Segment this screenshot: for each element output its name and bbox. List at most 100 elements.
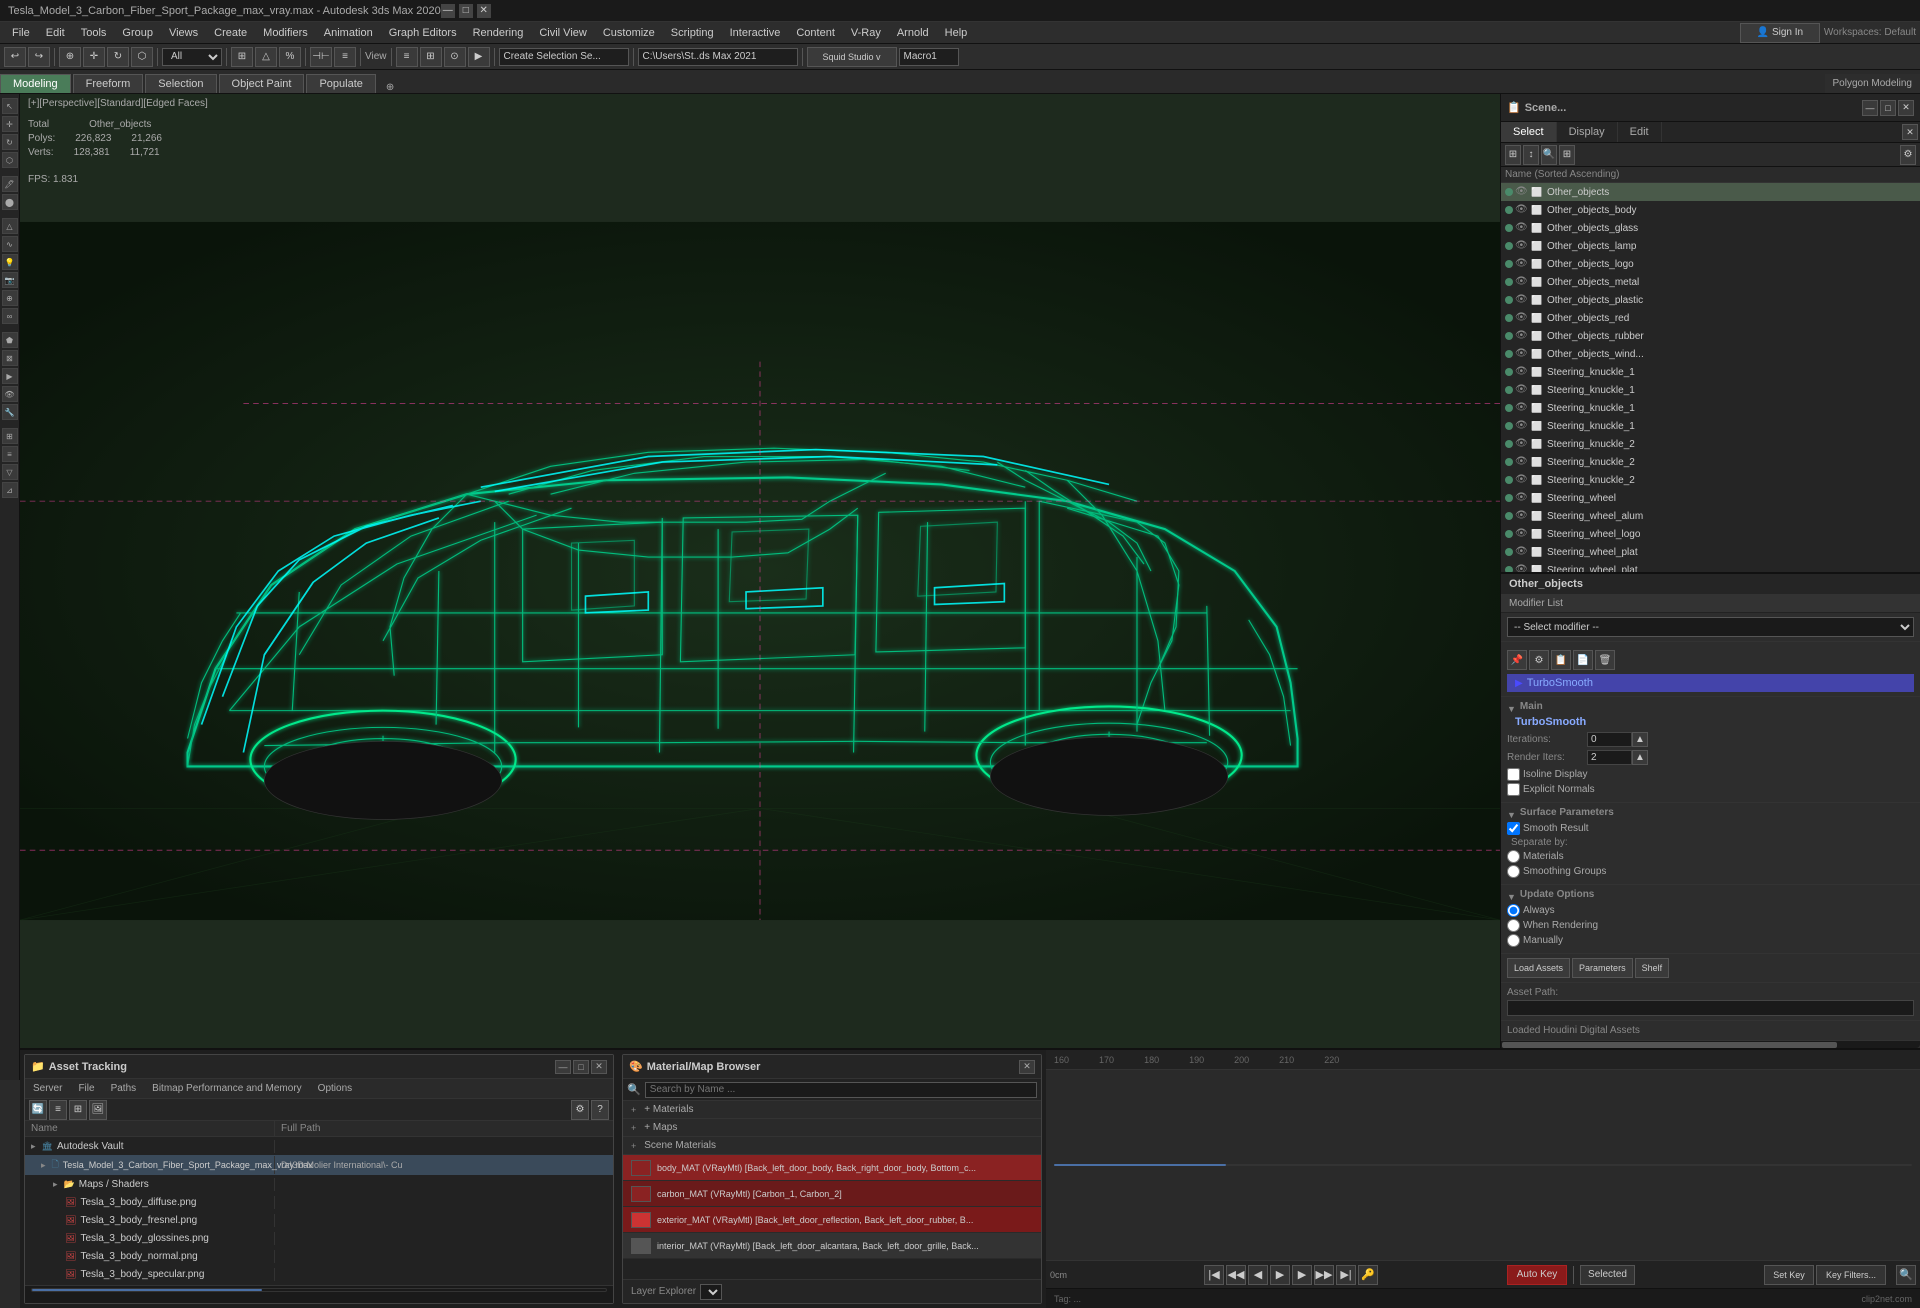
tl-next-frame-btn[interactable]: ▶ [1292,1265,1312,1285]
always-radio[interactable] [1507,904,1520,917]
scene-item[interactable]: 👁 ⬜ Steering_wheel_alum [1501,507,1920,525]
modifier-item-turbosmooth[interactable]: ▶ TurboSmooth [1507,674,1914,692]
asset-row-vault[interactable]: ▸ 🏛 Autodesk Vault [25,1137,613,1155]
mat-item-carbon[interactable]: carbon_MAT (VRayMtl) [Carbon_1, Carbon_2… [623,1181,1041,1207]
signin-button[interactable]: 👤 Sign In [1740,23,1820,43]
mat-scene-materials-section[interactable]: + Scene Materials [623,1137,1041,1155]
scene-item[interactable]: 👁 ⬜ Steering_wheel_logo [1501,525,1920,543]
menu-create[interactable]: Create [206,25,255,41]
tl-next-btn[interactable]: ▶▶ [1314,1265,1334,1285]
scene-options-btn[interactable]: ⚙ [1900,145,1916,165]
percent-snap-button[interactable]: % [279,47,301,67]
filepath-input[interactable] [638,48,798,66]
scene-item[interactable]: 👁 ⬜ Steering_knuckle_1 [1501,417,1920,435]
lt-scale-btn[interactable]: ⬡ [2,152,18,168]
at-settings-btn[interactable]: ⚙ [571,1100,589,1120]
asset-row-max-file[interactable]: ▸ 🗋 Tesla_Model_3_Carbon_Fiber_Sport_Pac… [25,1155,613,1175]
explicit-normals-check[interactable] [1507,783,1520,796]
menu-customize[interactable]: Customize [595,25,663,41]
set-key-btn[interactable]: Set Key [1764,1265,1814,1285]
tl-end-btn[interactable]: ▶| [1336,1265,1356,1285]
mod-configure-btn[interactable]: ⚙ [1529,650,1549,670]
close-button[interactable]: ✕ [477,4,491,18]
asset-row-fresnel[interactable]: 🖼 Tesla_3_body_fresnel.png [25,1211,613,1229]
when-rendering-radio[interactable] [1507,919,1520,932]
scene-item[interactable]: 👁 ⬜ Steering_knuckle_2 [1501,471,1920,489]
timeline-content[interactable] [1046,1070,1920,1260]
auto-key-btn[interactable]: Auto Key [1507,1265,1567,1285]
am-file[interactable]: File [70,1081,102,1096]
selected-btn[interactable]: Selected [1580,1265,1635,1285]
menu-rendering[interactable]: Rendering [465,25,532,41]
scene-tab-edit[interactable]: Edit [1618,122,1662,142]
asset-row-normal[interactable]: 🖼 Tesla_3_body_normal.png [25,1247,613,1265]
lt-extra1-btn[interactable]: ⊞ [2,428,18,444]
layer-explorer-select[interactable] [700,1284,722,1300]
scene-search-btn[interactable]: 🔍 [1541,145,1557,165]
scene-tab-select[interactable]: Select [1501,122,1557,142]
asset-path-input[interactable] [1507,1000,1914,1016]
scene-item[interactable]: 👁 ⬜ Other_objects_metal [1501,273,1920,291]
mat-item-exterior[interactable]: exterior_MAT (VRayMtl) [Back_left_door_r… [623,1207,1041,1233]
at-grid-btn[interactable]: ⊞ [69,1100,87,1120]
menu-animation[interactable]: Animation [316,25,381,41]
menu-content[interactable]: Content [788,25,843,41]
menu-file[interactable]: File [4,25,38,41]
undo-button[interactable]: ↩ [4,47,26,67]
lt-rotate-btn[interactable]: ↻ [2,134,18,150]
lt-select-btn[interactable]: ↖ [2,98,18,114]
modifier-list-dropdown[interactable]: -- Select modifier -- [1507,617,1914,637]
asset-close-btn[interactable]: ✕ [591,1060,607,1074]
shelf-btn[interactable]: Shelf [1635,958,1670,978]
align-button[interactable]: ≡ [334,47,356,67]
scene-item[interactable]: 👁 ⬜ Other_objects_lamp [1501,237,1920,255]
scene-item[interactable]: 👁 ⬜ Steering_knuckle_1 [1501,363,1920,381]
select-button[interactable]: ⊕ [59,47,81,67]
scene-item[interactable]: 👁 ⬜ Other_objects_body [1501,201,1920,219]
menu-graph-editors[interactable]: Graph Editors [381,25,465,41]
scene-item[interactable]: 👁 ⬜ Other_objects_plastic [1501,291,1920,309]
iterations-up-btn[interactable]: ▲ [1632,732,1648,747]
mat-body[interactable]: + + Materials + + Maps + Scene Materials… [623,1101,1041,1279]
scene-tab-display[interactable]: Display [1557,122,1618,142]
rotate-button[interactable]: ↻ [107,47,129,67]
lt-motion-btn[interactable]: ▶ [2,368,18,384]
smoothing-groups-radio[interactable] [1507,865,1520,878]
lt-filter-btn[interactable]: ⊿ [2,482,18,498]
render-iters-input[interactable] [1587,750,1632,765]
at-thumb-btn[interactable]: 🖼 [89,1100,107,1120]
layer-button[interactable]: ≡ [396,47,418,67]
scene-item[interactable]: 👁 ⬜ Steering_knuckle_1 [1501,381,1920,399]
manually-radio[interactable] [1507,934,1520,947]
mat-materials-section[interactable]: + + Materials [623,1101,1041,1119]
scene-list[interactable]: 👁 ⬜ Other_objects 👁 ⬜ Other_objects_body [1501,183,1920,572]
lt-camera-btn[interactable]: 📷 [2,272,18,288]
menu-edit[interactable]: Edit [38,25,73,41]
menu-modifiers[interactable]: Modifiers [255,25,316,41]
menu-vray[interactable]: V-Ray [843,25,889,41]
scene-item[interactable]: 👁 ⬜ Other_objects_rubber [1501,327,1920,345]
key-filters-btn[interactable]: Key Filters... [1816,1265,1886,1285]
quick-render-button[interactable]: ▶ [468,47,490,67]
lt-extra2-btn[interactable]: ≡ [2,446,18,462]
asset-maximize-btn[interactable]: □ [573,1060,589,1074]
scene-item[interactable]: 👁 ⬜ Steering_knuckle_2 [1501,435,1920,453]
scale-button[interactable]: ⬡ [131,47,153,67]
menu-arnold[interactable]: Arnold [889,25,937,41]
se-maximize-btn[interactable]: □ [1880,100,1896,116]
tl-start-btn[interactable]: |◀ [1204,1265,1224,1285]
menu-help[interactable]: Help [937,25,976,41]
am-options[interactable]: Options [310,1081,360,1096]
tl-prev-btn[interactable]: ◀◀ [1226,1265,1246,1285]
mat-maps-section[interactable]: + + Maps [623,1119,1041,1137]
mod-delete-btn[interactable]: 🗑 [1595,650,1615,670]
tab-populate[interactable]: Populate [306,74,375,93]
lt-helper-btn[interactable]: ⊕ [2,290,18,306]
move-button[interactable]: ✛ [83,47,105,67]
mod-pin-btn[interactable]: 📌 [1507,650,1527,670]
isoline-display-check[interactable] [1507,768,1520,781]
scene-expand-btn[interactable]: ⊞ [1559,145,1575,165]
at-help-btn[interactable]: ? [591,1100,609,1120]
tl-prev-frame-btn[interactable]: ◀ [1248,1265,1268,1285]
viewport[interactable]: [+][Perspective][Standard][Edged Faces] … [20,94,1500,1048]
